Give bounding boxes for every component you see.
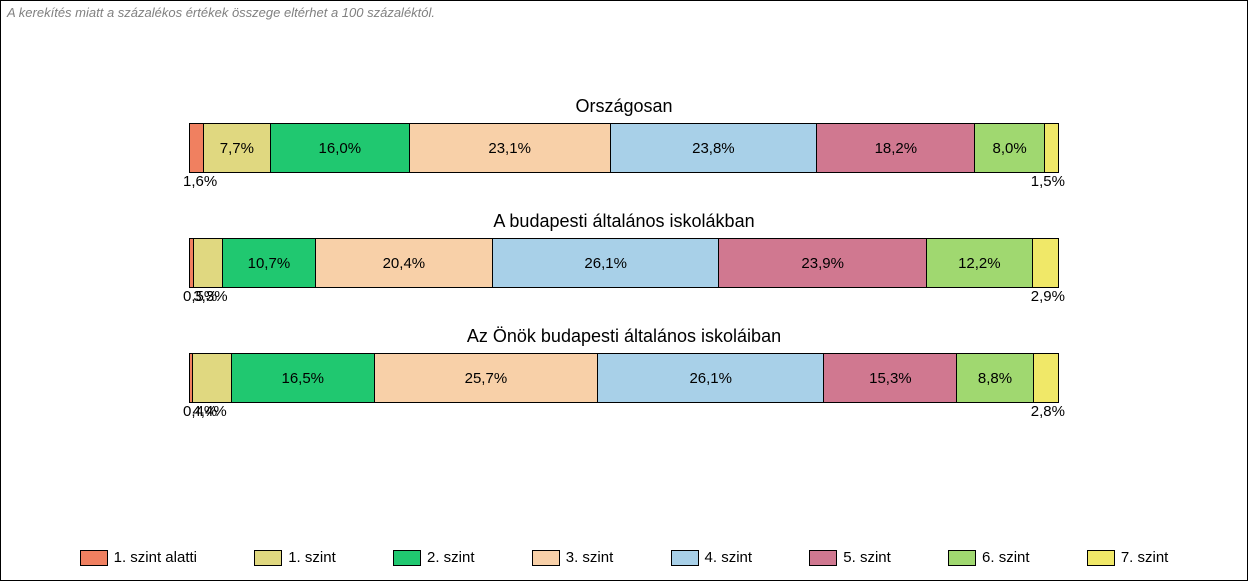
rounding-note: A kerekítés miatt a százalékos értékek ö…	[1, 1, 1247, 24]
bar-segment	[1045, 124, 1058, 172]
bar-segment: 16,0%	[271, 124, 410, 172]
chart-row: Az Önök budapesti általános iskoláiban 0,…	[1, 326, 1247, 403]
legend-label: 5. szint	[843, 549, 891, 566]
stacked-bar: 16,5%25,7%26,1%15,3%8,8%	[189, 353, 1059, 403]
legend-label: 4. szint	[705, 549, 753, 566]
legend-label: 1. szint alatti	[114, 549, 197, 566]
legend-item: 7. szint	[1087, 549, 1169, 566]
legend-label: 6. szint	[982, 549, 1030, 566]
legend-item: 5. szint	[809, 549, 891, 566]
external-label: 2,9%	[1031, 288, 1065, 305]
legend-swatch	[809, 550, 837, 566]
bar-wrap: 0,4%4,4%2,8%16,5%25,7%26,1%15,3%8,8%	[189, 353, 1059, 403]
bar-segment: 18,2%	[817, 124, 975, 172]
legend-swatch	[948, 550, 976, 566]
external-label: 1,5%	[1031, 173, 1065, 190]
stacked-bar: 10,7%20,4%26,1%23,9%12,2%	[189, 238, 1059, 288]
bar-segment	[1034, 354, 1058, 402]
bar-segment	[193, 354, 231, 402]
row-title: Országosan	[1, 96, 1247, 117]
legend-label: 2. szint	[427, 549, 475, 566]
external-label: 3,3%	[193, 288, 227, 305]
legend-item: 3. szint	[532, 549, 614, 566]
bar-segment: 20,4%	[316, 239, 493, 287]
row-title: A budapesti általános iskolákban	[1, 211, 1247, 232]
bar-segment: 15,3%	[824, 354, 957, 402]
legend-item: 6. szint	[948, 549, 1030, 566]
legend-swatch	[393, 550, 421, 566]
legend-item: 1. szint alatti	[80, 549, 197, 566]
bar-segment: 8,0%	[975, 124, 1045, 172]
bar-segment: 23,9%	[719, 239, 926, 287]
legend-item: 2. szint	[393, 549, 475, 566]
bar-segment: 7,7%	[204, 124, 271, 172]
bar-wrap: 1,6%1,5%7,7%16,0%23,1%23,8%18,2%8,0%	[189, 123, 1059, 173]
chart-frame: A kerekítés miatt a százalékos értékek ö…	[0, 0, 1248, 581]
stacked-bar: 7,7%16,0%23,1%23,8%18,2%8,0%	[189, 123, 1059, 173]
legend-swatch	[1087, 550, 1115, 566]
row-title: Az Önök budapesti általános iskoláiban	[1, 326, 1247, 347]
bar-segment: 8,8%	[957, 354, 1033, 402]
legend-label: 1. szint	[288, 549, 336, 566]
legend-item: 1. szint	[254, 549, 336, 566]
bar-segment: 16,5%	[232, 354, 375, 402]
bar-segment: 10,7%	[223, 239, 316, 287]
legend-swatch	[80, 550, 108, 566]
chart-row: Országosan 1,6%1,5%7,7%16,0%23,1%23,8%18,…	[1, 96, 1247, 173]
legend: 1. szint alatti 1. szint 2. szint 3. szint 4…	[51, 549, 1197, 566]
bar-segment: 26,1%	[493, 239, 720, 287]
legend-swatch	[532, 550, 560, 566]
chart-row: A budapesti általános iskolákban 0,5%3,3%…	[1, 211, 1247, 288]
legend-swatch	[254, 550, 282, 566]
legend-label: 3. szint	[566, 549, 614, 566]
bar-segment: 23,8%	[611, 124, 818, 172]
chart-rows: Országosan1,6%1,5%7,7%16,0%23,1%23,8%18,…	[1, 96, 1247, 441]
external-label: 2,8%	[1031, 403, 1065, 420]
bar-segment: 25,7%	[375, 354, 598, 402]
bar-segment	[1033, 239, 1058, 287]
external-label: 1,6%	[183, 173, 217, 190]
bar-segment	[194, 239, 223, 287]
bar-segment: 12,2%	[927, 239, 1033, 287]
legend-swatch	[671, 550, 699, 566]
external-label: 4,4%	[192, 403, 226, 420]
bar-wrap: 0,5%3,3%2,9%10,7%20,4%26,1%23,9%12,2%	[189, 238, 1059, 288]
bar-segment	[190, 124, 204, 172]
legend-item: 4. szint	[671, 549, 753, 566]
bar-segment: 26,1%	[598, 354, 825, 402]
bar-segment: 23,1%	[410, 124, 611, 172]
legend-label: 7. szint	[1121, 549, 1169, 566]
